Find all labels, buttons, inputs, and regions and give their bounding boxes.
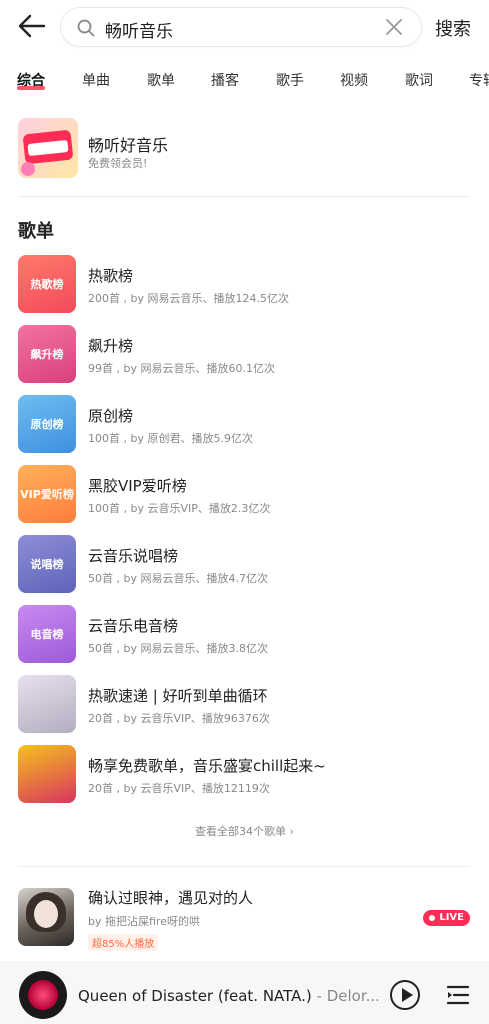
mini-player[interactable]: Queen of Disaster (feat. NATA.) - Delor.…: [0, 962, 489, 1024]
now-playing-title: Queen of Disaster (feat. NATA.) - Delor.…: [78, 987, 378, 1005]
playlist-name: 云音乐电音榜: [88, 617, 179, 635]
playlist-name: 飙升榜: [88, 337, 134, 355]
cover-label: 飙升榜: [30, 348, 64, 361]
playlist-meta: 20首 , by 云音乐VIP、播放12119次: [88, 782, 270, 795]
playlist-meta: 100首 , by 原创君、播放5.9亿次: [88, 432, 253, 445]
live-label: LIVE: [439, 912, 464, 923]
section-title-playlists: 歌单: [18, 221, 54, 242]
live-title: 确认过眼神，遇见对的人: [88, 889, 254, 907]
playlist-name: 热歌榜: [88, 267, 134, 285]
popularity-badge: 超85%人播放: [88, 934, 159, 951]
avatar: [18, 888, 74, 946]
search-query: 畅听音乐: [105, 22, 173, 42]
song-title: Queen of Disaster (feat. NATA.): [78, 987, 312, 1005]
playlist-row[interactable]: VIP爱听榜 黑胶VIP爱听榜 100首 , by 云音乐VIP、播放2.3亿次: [18, 465, 470, 525]
promo-banner[interactable]: 畅听好音乐 免费领会员!: [18, 118, 468, 180]
top-bar: 畅听音乐 搜索: [0, 0, 489, 56]
tab-videos[interactable]: 视频: [340, 70, 368, 90]
playlist-cover: 电音榜: [18, 605, 76, 663]
cover-label: 电音榜: [30, 628, 64, 641]
playlist-row[interactable]: 飙升榜 飙升榜 99首 , by 网易云音乐、播放60.1亿次: [18, 325, 470, 385]
live-badge: LIVE: [423, 910, 470, 926]
back-arrow-icon[interactable]: [16, 12, 48, 40]
search-button[interactable]: 搜索: [435, 15, 471, 41]
live-room-item[interactable]: 确认过眼神，遇见对的人 by 拖把沾屎fire呀的哄 超85%人播放 LIVE: [18, 886, 470, 951]
playlist-cover: 说唱榜: [18, 535, 76, 593]
tab-lyrics[interactable]: 歌词: [405, 70, 433, 90]
active-tab-indicator: [17, 86, 45, 90]
playlist-cover: VIP爱听榜: [18, 465, 76, 523]
play-button[interactable]: [390, 980, 420, 1010]
playlist-name: 畅享免费歌单，音乐盛宴chill起来~: [88, 757, 326, 775]
view-all-playlists-link[interactable]: 查看全部34个歌单 ›: [0, 823, 489, 839]
promo-image: [18, 118, 78, 178]
playlist-row[interactable]: 说唱榜 云音乐说唱榜 50首 , by 网易云音乐、播放4.7亿次: [18, 535, 470, 595]
tab-songs[interactable]: 单曲: [82, 70, 110, 90]
result-tabs: 综合 单曲 歌单 播客 歌手 视频 歌词 专辑: [0, 56, 489, 102]
cover-label: 说唱榜: [30, 558, 64, 571]
playlist-name: 云音乐说唱榜: [88, 547, 179, 565]
divider: [18, 196, 470, 197]
playlist-cover: 飙升榜: [18, 325, 76, 383]
playlist-name: 原创榜: [88, 407, 134, 425]
live-host: by 拖把沾屎fire呀的哄: [88, 915, 200, 928]
playlist-meta: 50首 , by 网易云音乐、播放3.8亿次: [88, 642, 268, 655]
playlist-meta: 100首 , by 云音乐VIP、播放2.3亿次: [88, 502, 271, 515]
playlist-row[interactable]: 原创榜 原创榜 100首 , by 原创君、播放5.9亿次: [18, 395, 470, 455]
playlist-meta: 20首 , by 云音乐VIP、播放96376次: [88, 712, 270, 725]
promo-subtitle: 免费领会员!: [88, 157, 148, 170]
playlist-cover: [18, 745, 76, 803]
playlist-meta: 99首 , by 网易云音乐、播放60.1亿次: [88, 362, 275, 375]
playlist-meta: 50首 , by 网易云音乐、播放4.7亿次: [88, 572, 268, 585]
playlist-cover: 热歌榜: [18, 255, 76, 313]
cover-label: 热歌榜: [30, 278, 64, 291]
live-dot-icon: [429, 915, 436, 921]
divider: [18, 866, 470, 867]
search-icon: [77, 19, 95, 37]
cover-label: 原创榜: [30, 418, 64, 431]
playlist-queue-icon[interactable]: [446, 984, 470, 1006]
tab-artists[interactable]: 歌手: [276, 70, 304, 90]
promo-title: 畅听好音乐: [88, 136, 169, 155]
playlist-name: 热歌速递 | 好听到单曲循环: [88, 687, 268, 705]
playlist-cover: 原创榜: [18, 395, 76, 453]
playlist-name: 黑胶VIP爱听榜: [88, 477, 187, 495]
playlist-cover: [18, 675, 76, 733]
clear-icon[interactable]: [385, 18, 403, 36]
playlist-row[interactable]: 热歌榜 热歌榜 200首 , by 网易云音乐、播放124.5亿次: [18, 255, 470, 315]
album-disc-icon[interactable]: [19, 971, 67, 1019]
tab-albums[interactable]: 专辑: [469, 70, 489, 90]
tab-playlists[interactable]: 歌单: [147, 70, 175, 90]
playlist-meta: 200首 , by 网易云音乐、播放124.5亿次: [88, 292, 289, 305]
tab-podcasts[interactable]: 播客: [211, 70, 239, 90]
playlist-row[interactable]: 电音榜 云音乐电音榜 50首 , by 网易云音乐、播放3.8亿次: [18, 605, 470, 665]
cover-label: VIP爱听榜: [20, 488, 74, 501]
search-input[interactable]: 畅听音乐: [60, 7, 422, 47]
playlist-row[interactable]: 畅享免费歌单，音乐盛宴chill起来~ 20首 , by 云音乐VIP、播放12…: [18, 745, 470, 805]
playlist-row[interactable]: 热歌速递 | 好听到单曲循环 20首 , by 云音乐VIP、播放96376次: [18, 675, 470, 735]
song-artist: - Delor...: [311, 987, 378, 1005]
